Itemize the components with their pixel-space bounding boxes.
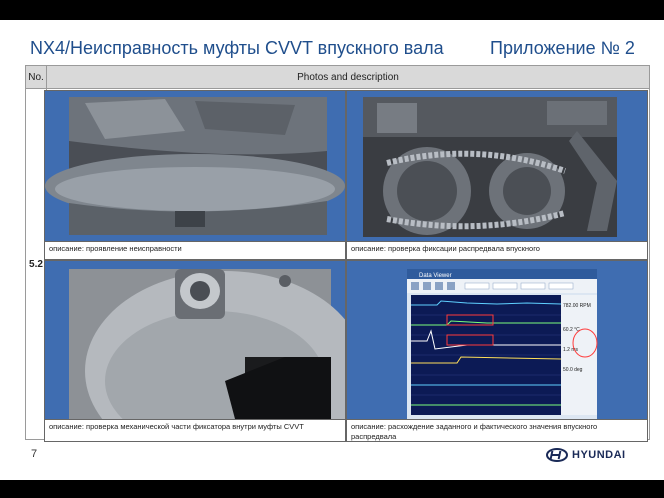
photo-cell-4: Data Viewer 782.00 RPM 60.2 °C 1.2 ms 50… — [346, 260, 648, 442]
page-number: 7 — [31, 448, 38, 460]
photo-caption-1: описание: проявление неисправности — [45, 241, 345, 259]
photo-caption-4: описание: расхождение заданного и фактич… — [347, 419, 647, 441]
photo-caption-2: описание: проверка фиксации распредвала … — [347, 241, 647, 259]
readout-1: 782.00 RPM — [563, 303, 591, 309]
logo-wordmark: HYUNDAI — [572, 449, 626, 461]
slide-title: NX4/Неисправность муфты CVVT впускного в… — [30, 38, 444, 58]
top-black-bar — [0, 0, 664, 20]
photo-cell-2: описание: проверка фиксации распредвала … — [346, 90, 648, 260]
photo-timing-chain-image — [347, 91, 647, 241]
hyundai-emblem-icon — [546, 448, 568, 462]
hyundai-logo: HYUNDAI — [546, 448, 626, 462]
photo-cell-1: описание: проявление неисправности — [44, 90, 346, 260]
data-viewer-title: Data Viewer — [419, 273, 452, 279]
bottom-black-bar — [0, 480, 664, 498]
photo-symptom — [45, 91, 345, 241]
photo-engine-cover-image — [45, 91, 345, 241]
photo-camshaft — [347, 91, 647, 241]
photo-cvvt-mechanism-image — [45, 261, 345, 419]
column-header-no: No. — [26, 66, 47, 89]
photo-cell-3: описание: проверка механической части фи… — [44, 260, 346, 442]
photo-cvvt-lock — [45, 261, 345, 419]
photo-data-viewer: Data Viewer 782.00 RPM 60.2 °C 1.2 ms 50… — [347, 261, 647, 419]
appendix-label: Приложение № 2 — [490, 38, 635, 58]
data-viewer-screenshot: Data Viewer 782.00 RPM 60.2 °C 1.2 ms 50… — [347, 261, 647, 419]
column-header-photos: Photos and description — [47, 66, 649, 89]
photo-caption-3: описание: проверка механической части фи… — [45, 419, 345, 441]
readout-4: 50.0 deg — [563, 367, 583, 373]
